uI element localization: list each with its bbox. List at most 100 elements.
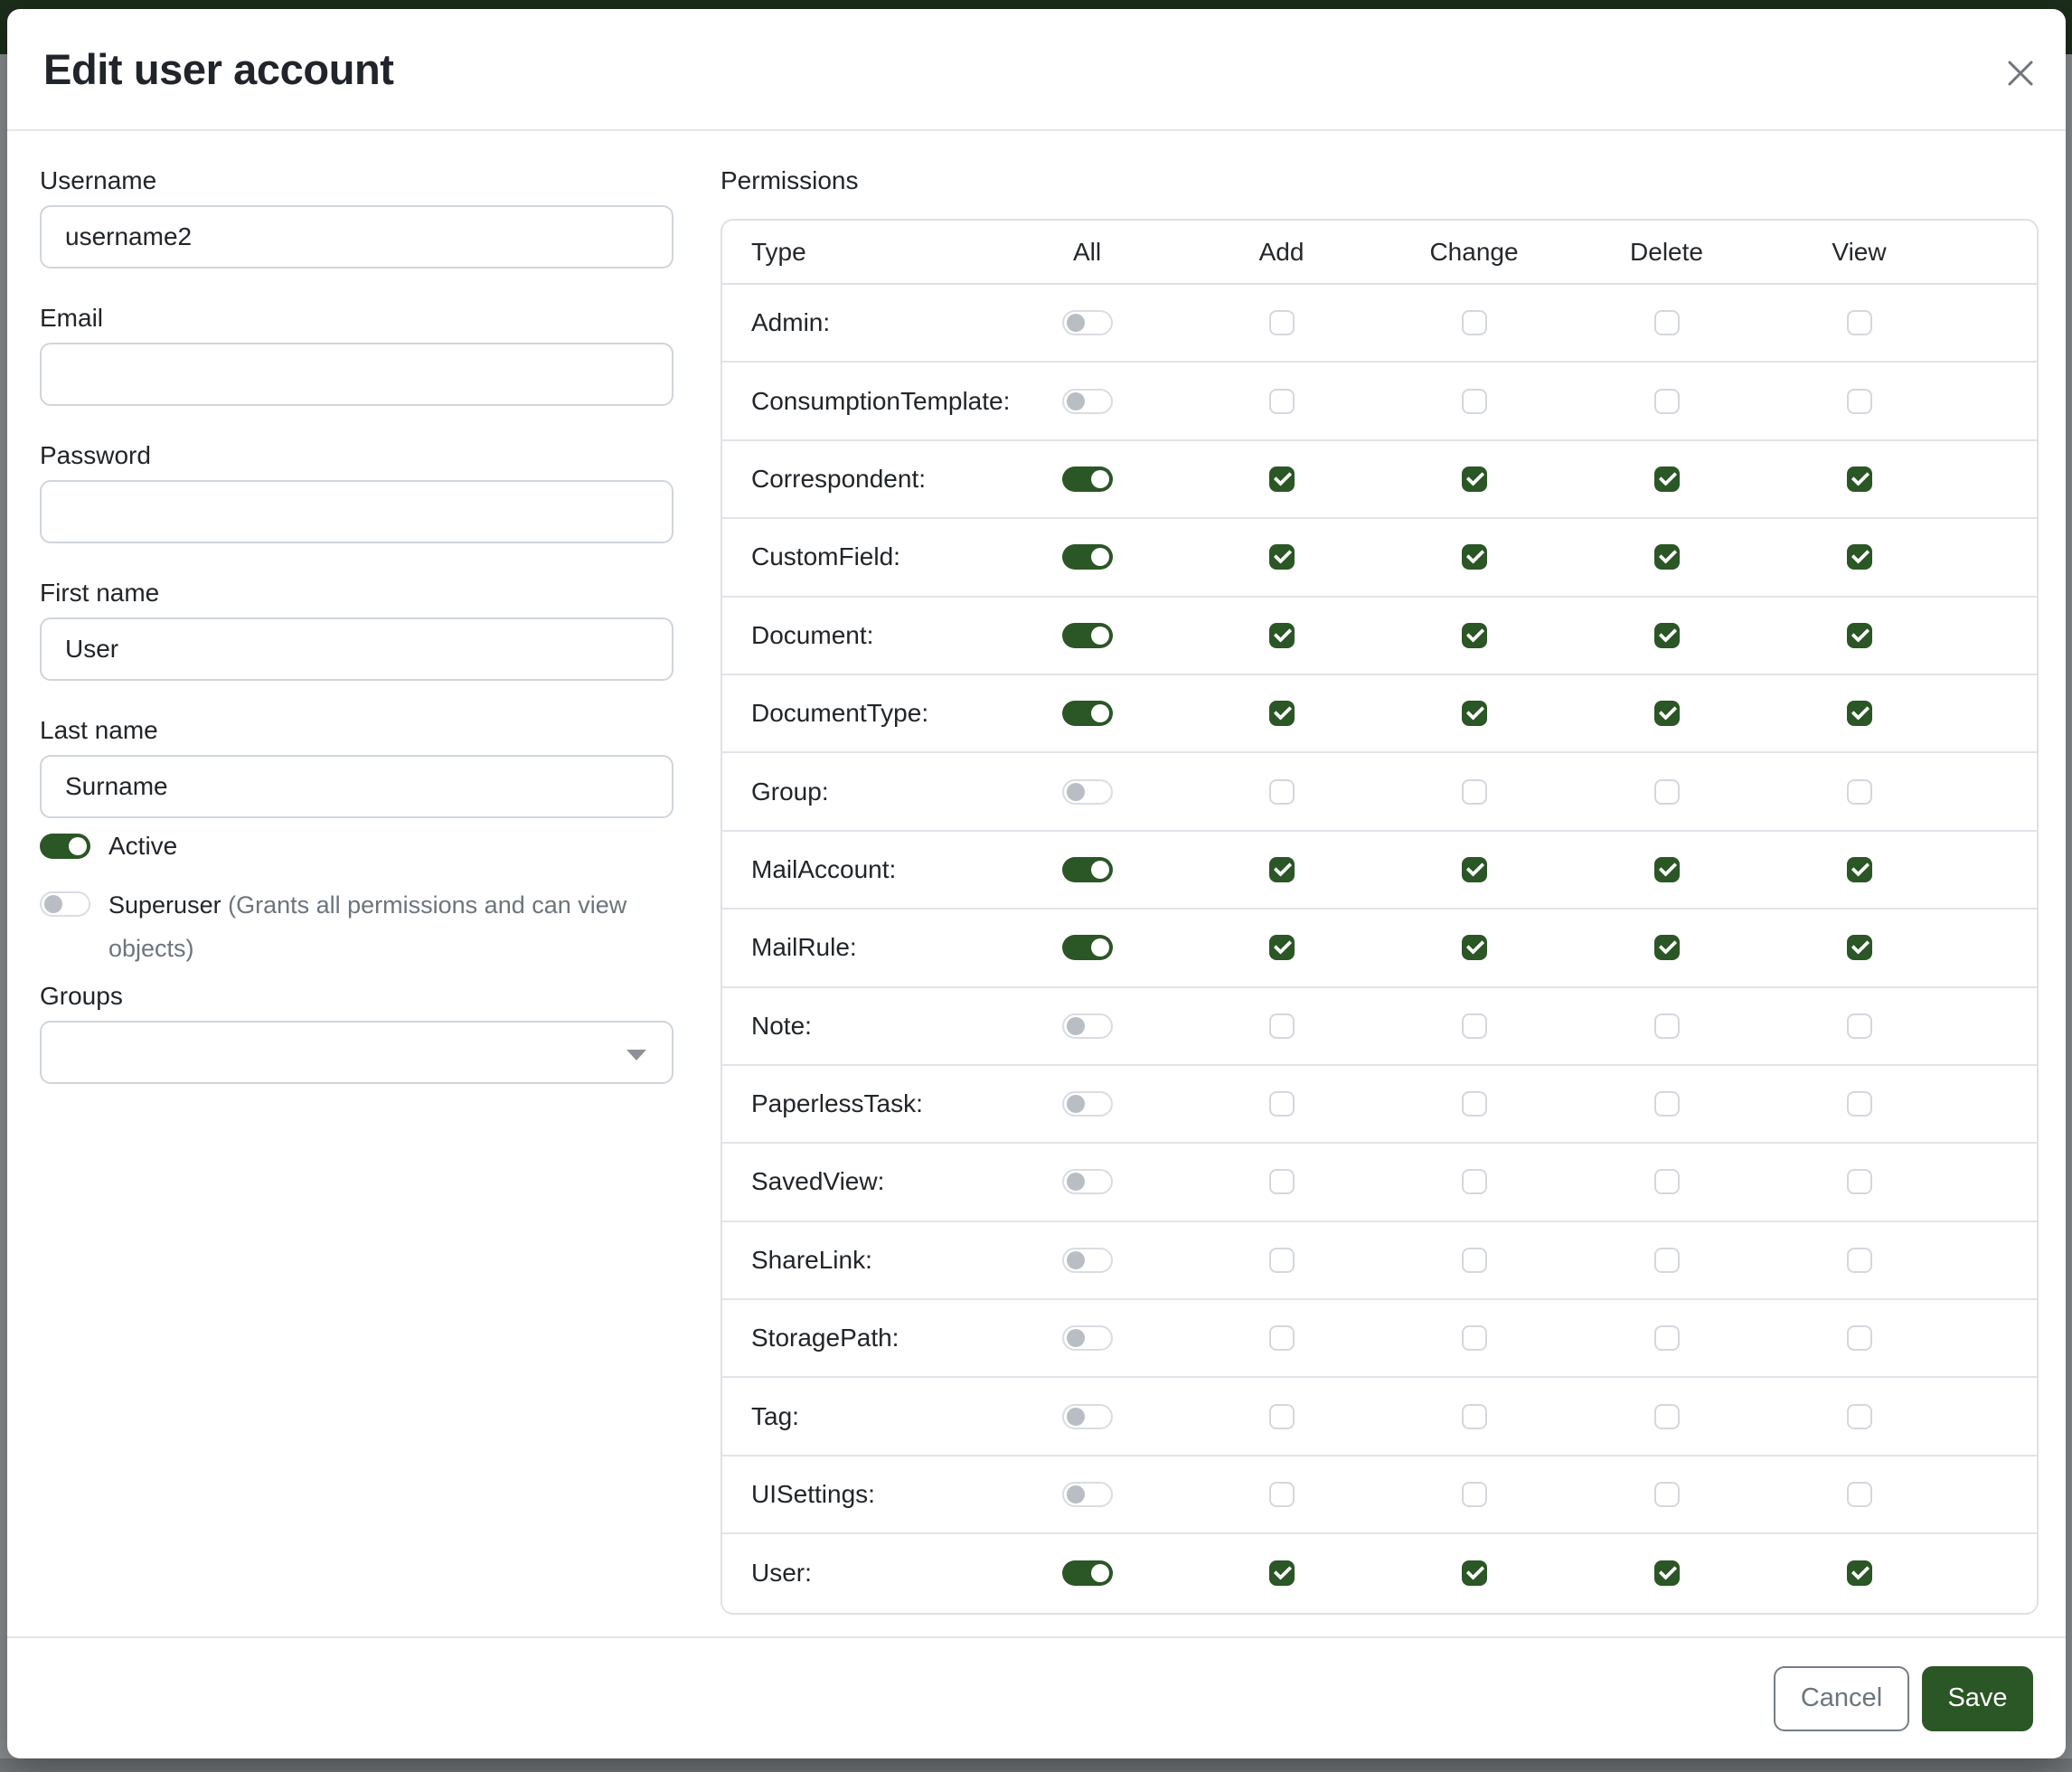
close-button[interactable] bbox=[1995, 49, 2046, 99]
permission-view-checkbox[interactable] bbox=[1847, 779, 1872, 805]
permission-view-checkbox[interactable] bbox=[1847, 1169, 1872, 1194]
toggle-knob bbox=[1091, 627, 1109, 645]
permission-change-checkbox[interactable] bbox=[1462, 310, 1487, 335]
last-name-input[interactable] bbox=[40, 755, 673, 818]
permission-view-checkbox[interactable] bbox=[1847, 1560, 1872, 1586]
cancel-button[interactable]: Cancel bbox=[1774, 1666, 1909, 1731]
permission-all-toggle[interactable] bbox=[1062, 779, 1113, 805]
permission-change-checkbox[interactable] bbox=[1462, 1013, 1487, 1039]
permission-delete-checkbox[interactable] bbox=[1654, 623, 1680, 648]
permission-delete-checkbox[interactable] bbox=[1654, 1560, 1680, 1586]
permission-view-checkbox[interactable] bbox=[1847, 389, 1872, 414]
permission-all-toggle[interactable] bbox=[1062, 857, 1113, 882]
permission-delete-checkbox[interactable] bbox=[1654, 779, 1680, 805]
permission-all-toggle[interactable] bbox=[1062, 623, 1113, 648]
permission-view-checkbox[interactable] bbox=[1847, 467, 1872, 492]
permission-all-toggle[interactable] bbox=[1062, 1404, 1113, 1429]
permission-all-toggle[interactable] bbox=[1062, 1013, 1113, 1039]
groups-select[interactable] bbox=[40, 1021, 673, 1084]
permission-view-checkbox[interactable] bbox=[1847, 310, 1872, 335]
permission-add-checkbox[interactable] bbox=[1269, 1482, 1295, 1507]
permission-add-checkbox[interactable] bbox=[1269, 1091, 1295, 1117]
permission-all-toggle[interactable] bbox=[1062, 310, 1113, 335]
username-input[interactable] bbox=[40, 205, 673, 269]
permission-view-checkbox[interactable] bbox=[1847, 623, 1872, 648]
permission-delete-checkbox[interactable] bbox=[1654, 701, 1680, 726]
permission-view-checkbox[interactable] bbox=[1847, 701, 1872, 726]
permission-change-checkbox[interactable] bbox=[1462, 467, 1487, 492]
permission-view-checkbox[interactable] bbox=[1847, 1404, 1872, 1429]
permission-all-toggle[interactable] bbox=[1062, 935, 1113, 960]
permission-delete-checkbox[interactable] bbox=[1654, 935, 1680, 960]
permission-add-checkbox[interactable] bbox=[1269, 1169, 1295, 1194]
permission-all-toggle[interactable] bbox=[1062, 1482, 1113, 1507]
permission-delete-checkbox[interactable] bbox=[1654, 1404, 1680, 1429]
permission-change-checkbox[interactable] bbox=[1462, 1404, 1487, 1429]
permission-delete-checkbox[interactable] bbox=[1654, 857, 1680, 882]
first-name-input[interactable] bbox=[40, 617, 673, 681]
active-toggle[interactable] bbox=[40, 834, 90, 859]
permission-view-checkbox[interactable] bbox=[1847, 1013, 1872, 1039]
permission-delete-checkbox[interactable] bbox=[1654, 1325, 1680, 1351]
permission-all-toggle[interactable] bbox=[1062, 1325, 1113, 1351]
permission-view-checkbox[interactable] bbox=[1847, 1325, 1872, 1351]
permission-change-checkbox[interactable] bbox=[1462, 935, 1487, 960]
permission-add-checkbox[interactable] bbox=[1269, 857, 1295, 882]
permission-change-checkbox[interactable] bbox=[1462, 701, 1487, 726]
permission-change-checkbox[interactable] bbox=[1462, 1091, 1487, 1117]
permission-all-toggle[interactable] bbox=[1062, 544, 1113, 570]
permission-delete-checkbox[interactable] bbox=[1654, 1091, 1680, 1117]
permission-delete-checkbox[interactable] bbox=[1654, 389, 1680, 414]
permission-change-checkbox[interactable] bbox=[1462, 1248, 1487, 1273]
permission-delete-checkbox[interactable] bbox=[1654, 1169, 1680, 1194]
permission-add-checkbox[interactable] bbox=[1269, 1404, 1295, 1429]
permission-all-toggle[interactable] bbox=[1062, 701, 1113, 726]
permission-add-checkbox[interactable] bbox=[1269, 779, 1295, 805]
permission-change-checkbox[interactable] bbox=[1462, 389, 1487, 414]
permission-add-checkbox[interactable] bbox=[1269, 310, 1295, 335]
superuser-toggle[interactable] bbox=[40, 891, 90, 917]
permission-add-checkbox[interactable] bbox=[1269, 701, 1295, 726]
save-button[interactable]: Save bbox=[1922, 1666, 2033, 1731]
permission-change-checkbox[interactable] bbox=[1462, 623, 1487, 648]
permission-change-checkbox[interactable] bbox=[1462, 1560, 1487, 1586]
password-input[interactable] bbox=[40, 480, 673, 543]
permission-delete-checkbox[interactable] bbox=[1654, 467, 1680, 492]
permission-change-checkbox[interactable] bbox=[1462, 544, 1487, 570]
permission-change-checkbox[interactable] bbox=[1462, 857, 1487, 882]
permission-change-checkbox[interactable] bbox=[1462, 779, 1487, 805]
permission-view-checkbox[interactable] bbox=[1847, 544, 1872, 570]
permission-delete-checkbox[interactable] bbox=[1654, 1482, 1680, 1507]
permission-view-checkbox[interactable] bbox=[1847, 857, 1872, 882]
permission-view-checkbox[interactable] bbox=[1847, 1091, 1872, 1117]
permission-add-checkbox[interactable] bbox=[1269, 544, 1295, 570]
permission-change-checkbox[interactable] bbox=[1462, 1482, 1487, 1507]
permission-add-checkbox[interactable] bbox=[1269, 935, 1295, 960]
permission-add-checkbox[interactable] bbox=[1269, 623, 1295, 648]
permission-view-checkbox[interactable] bbox=[1847, 1248, 1872, 1273]
permission-view-checkbox[interactable] bbox=[1847, 935, 1872, 960]
permission-add-checkbox[interactable] bbox=[1269, 1013, 1295, 1039]
permission-change-checkbox[interactable] bbox=[1462, 1325, 1487, 1351]
permission-change-checkbox[interactable] bbox=[1462, 1169, 1487, 1194]
permission-add-cell bbox=[1185, 1325, 1378, 1351]
permission-add-checkbox[interactable] bbox=[1269, 467, 1295, 492]
permission-delete-checkbox[interactable] bbox=[1654, 310, 1680, 335]
permission-all-cell bbox=[989, 1404, 1185, 1429]
permission-delete-checkbox[interactable] bbox=[1654, 1013, 1680, 1039]
permission-all-toggle[interactable] bbox=[1062, 467, 1113, 492]
permission-add-checkbox[interactable] bbox=[1269, 1325, 1295, 1351]
permission-add-checkbox[interactable] bbox=[1269, 1560, 1295, 1586]
permission-all-toggle[interactable] bbox=[1062, 1248, 1113, 1273]
permission-type-label: DocumentType: bbox=[722, 699, 989, 728]
permission-delete-checkbox[interactable] bbox=[1654, 1248, 1680, 1273]
email-input[interactable] bbox=[40, 343, 673, 406]
permission-all-toggle[interactable] bbox=[1062, 1091, 1113, 1117]
permission-all-toggle[interactable] bbox=[1062, 389, 1113, 414]
permission-add-checkbox[interactable] bbox=[1269, 1248, 1295, 1273]
permission-all-toggle[interactable] bbox=[1062, 1169, 1113, 1194]
permission-delete-checkbox[interactable] bbox=[1654, 544, 1680, 570]
permission-view-checkbox[interactable] bbox=[1847, 1482, 1872, 1507]
permission-add-checkbox[interactable] bbox=[1269, 389, 1295, 414]
permission-all-toggle[interactable] bbox=[1062, 1560, 1113, 1586]
